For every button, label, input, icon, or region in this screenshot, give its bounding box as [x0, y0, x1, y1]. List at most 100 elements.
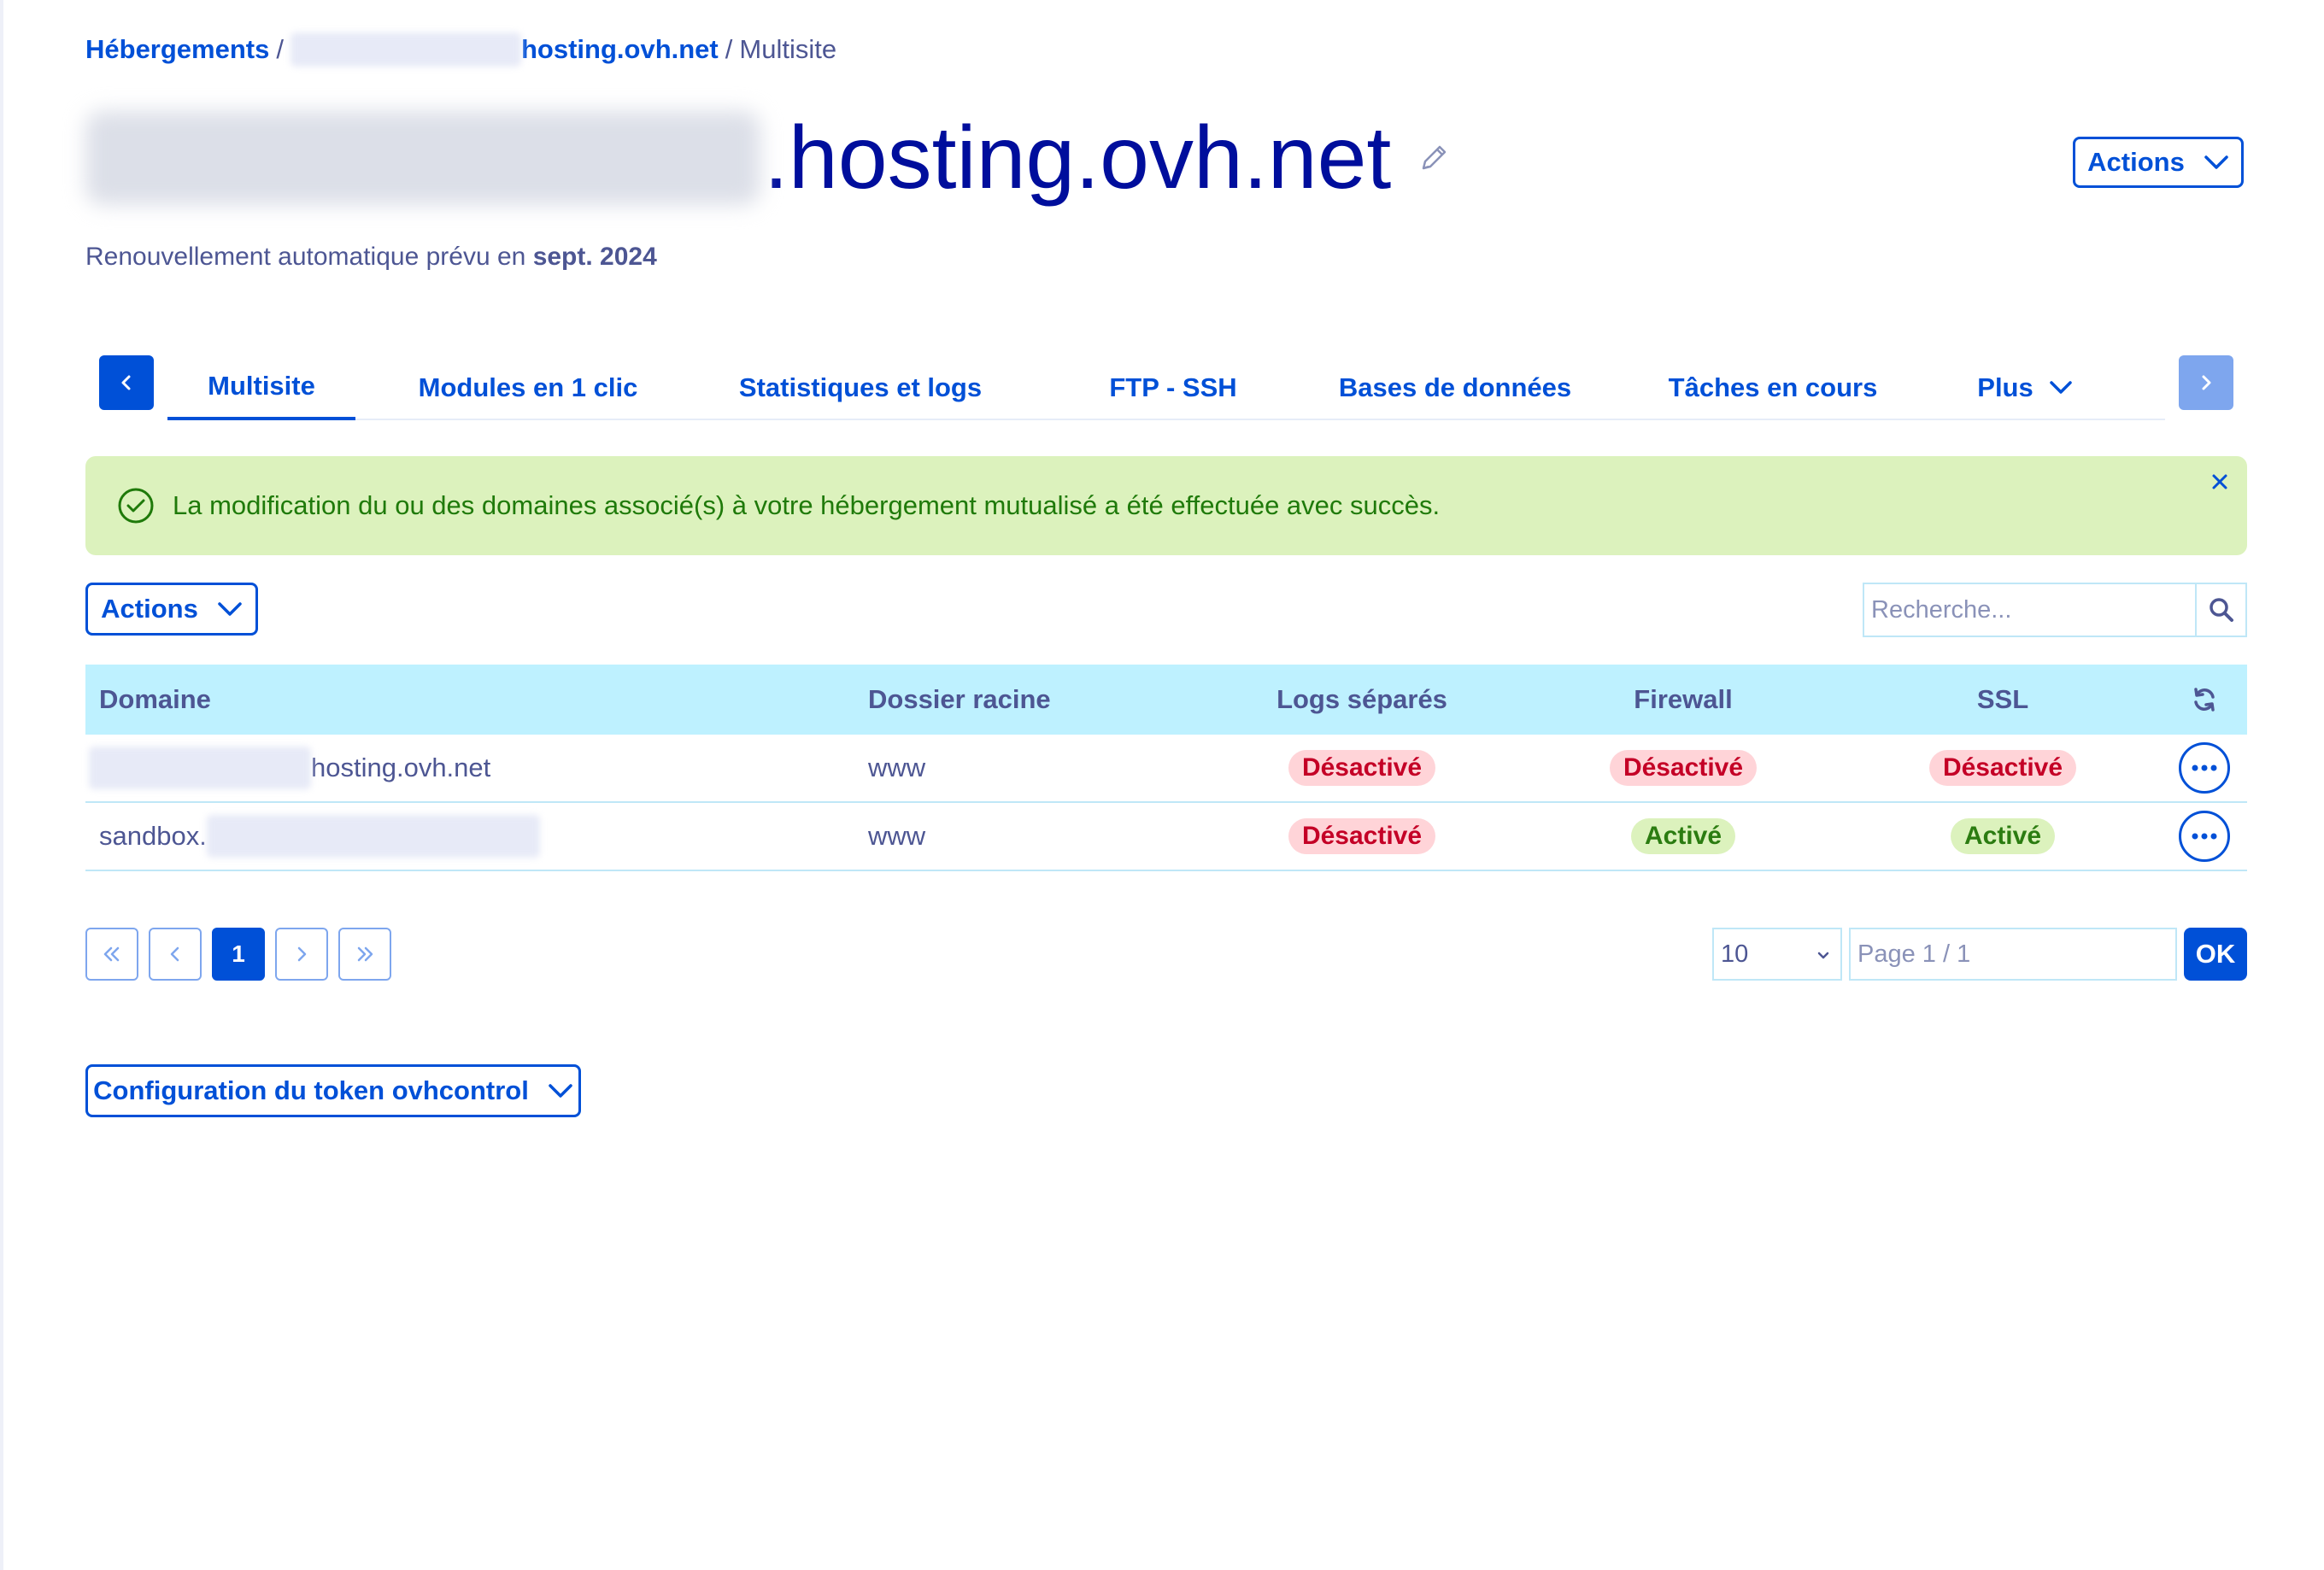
column-domaine[interactable]: Domaine [99, 665, 211, 735]
status-badge: Activé [1950, 818, 2056, 854]
token-config-label: Configuration du token ovhcontrol [93, 1075, 529, 1105]
header-actions-label: Actions [2087, 147, 2185, 177]
refresh-icon [2194, 688, 2215, 712]
breadcrumb-separator: / [725, 34, 733, 64]
tab-bases-de-donnees[interactable]: Bases de données [1338, 355, 1572, 420]
search-input[interactable] [1864, 584, 2195, 636]
table-actions-button[interactable]: Actions [85, 583, 258, 636]
ellipsis-icon [2192, 833, 2217, 840]
chevron-left-icon [121, 375, 131, 390]
firewall-cell: Activé [1555, 803, 1811, 870]
page-title-wrap: .hosting.ovh.net [85, 103, 1451, 214]
alert-message: La modification du ou des domaines assoc… [173, 490, 1441, 520]
page-size-select[interactable]: 10 [1712, 928, 1842, 981]
domain-name: hosting.ovh.net [311, 753, 491, 782]
chevron-down-icon [549, 1084, 572, 1098]
tab-label: Modules en 1 clic [418, 372, 638, 402]
tab-label: Multisite [208, 371, 315, 401]
status-badge: Activé [1630, 818, 1736, 854]
column-logs-separes[interactable]: Logs séparés [1234, 665, 1490, 735]
pencil-icon[interactable] [1417, 141, 1451, 175]
next-page-button[interactable] [275, 928, 328, 981]
row-more-button[interactable] [2179, 742, 2230, 794]
domain-cell: hosting.ovh.net [89, 735, 490, 801]
domain-name: sandbox. [99, 821, 207, 851]
chevron-down-icon [2049, 381, 2072, 394]
redacted-service-prefix [290, 32, 521, 67]
chevron-down-icon [218, 602, 242, 616]
column-dossier-racine[interactable]: Dossier racine [868, 665, 1051, 735]
refresh-button[interactable] [2179, 665, 2230, 735]
tab-plus[interactable]: Plus [1965, 355, 2085, 420]
ssl-cell: Activé [1875, 803, 2131, 870]
chevron-right-icon [2202, 375, 2211, 390]
row-menu-cell [2179, 735, 2230, 801]
chevron-down-icon [1817, 952, 1829, 959]
tabs-bar: Multisite Modules en 1 clic Statistiques… [99, 355, 2233, 420]
page-jump-input[interactable]: Page 1 / 1 [1849, 928, 2177, 981]
first-page-button[interactable] [85, 928, 138, 981]
chevron-right-icon [297, 946, 307, 962]
tab-taches-en-cours[interactable]: Tâches en cours [1666, 355, 1880, 420]
table-row: sandbox. www Désactivé Activé Activé [85, 803, 2247, 871]
root-folder-cell: www [868, 753, 926, 782]
ssl-cell: Désactivé [1875, 735, 2131, 801]
redacted-domain-suffix [206, 815, 540, 858]
renewal-date: sept. 2024 [532, 243, 657, 271]
header-actions-button[interactable]: Actions [2073, 137, 2244, 188]
double-chevron-right-icon [357, 946, 373, 962]
breadcrumb-hebergements[interactable]: Hébergements [85, 34, 269, 65]
status-badge: Désactivé [1928, 750, 2077, 786]
pagination: 1 [85, 928, 391, 981]
column-ssl[interactable]: SSL [1875, 665, 2131, 735]
breadcrumb-service[interactable]: hosting.ovh.net [521, 34, 719, 65]
multisite-table: Domaine Dossier racine Logs séparés Fire… [85, 665, 2247, 871]
status-badge: Désactivé [1609, 750, 1758, 786]
tabs-scroll-right-button[interactable] [2179, 355, 2233, 410]
tab-label: FTP - SSH [1109, 372, 1237, 402]
token-config-button[interactable]: Configuration du token ovhcontrol [85, 1064, 581, 1117]
ellipsis-icon [2192, 764, 2217, 771]
tabs-scroll-left-button[interactable] [99, 355, 154, 410]
tab-label: Plus [1977, 372, 2034, 402]
logs-cell: Désactivé [1234, 735, 1490, 801]
double-chevron-left-icon [103, 946, 120, 962]
page: Hébergements / hosting.ovh.net / Multisi… [0, 0, 2324, 1570]
domain-cell: sandbox. [99, 803, 540, 870]
renewal-info: Renouvellement automatique prévu en sept… [85, 243, 657, 272]
tab-multisite[interactable]: Multisite [167, 355, 355, 420]
breadcrumb: Hébergements / hosting.ovh.net / Multisi… [85, 31, 836, 68]
firewall-cell: Désactivé [1555, 735, 1811, 801]
search-button[interactable] [2195, 584, 2245, 636]
renewal-prefix: Renouvellement automatique prévu en [85, 243, 526, 271]
page-info: Page 1 / 1 [1857, 940, 1971, 968]
tab-statistiques[interactable]: Statistiques et logs [739, 355, 982, 420]
tab-label: Tâches en cours [1668, 372, 1878, 402]
page-jump-ok-button[interactable]: OK [2184, 928, 2247, 981]
check-circle-icon [118, 488, 154, 524]
redacted-domain-prefix [89, 747, 311, 789]
page-size-value: 10 [1721, 940, 1749, 968]
breadcrumb-separator: / [276, 34, 284, 64]
column-firewall[interactable]: Firewall [1555, 665, 1811, 735]
tab-label: Statistiques et logs [738, 372, 983, 402]
search-icon [2209, 598, 2233, 622]
close-icon[interactable] [2204, 466, 2235, 497]
status-badge: Désactivé [1288, 818, 1436, 854]
tab-label: Bases de données [1338, 372, 1572, 402]
page-1-button[interactable]: 1 [212, 928, 265, 981]
redacted-title-prefix [85, 111, 760, 205]
tab-ftp-ssh[interactable]: FTP - SSH [1100, 355, 1246, 420]
table-actions-label: Actions [101, 594, 198, 624]
previous-page-button[interactable] [149, 928, 202, 981]
last-page-button[interactable] [338, 928, 391, 981]
breadcrumb-current: Multisite [739, 34, 837, 64]
success-alert: La modification du ou des domaines assoc… [85, 456, 2247, 555]
row-menu-cell [2179, 803, 2230, 870]
row-more-button[interactable] [2179, 811, 2230, 862]
status-badge: Désactivé [1288, 750, 1436, 786]
tab-modules[interactable]: Modules en 1 clic [419, 355, 638, 420]
table-header: Domaine Dossier racine Logs séparés Fire… [85, 665, 2247, 735]
chevron-down-icon [2204, 155, 2228, 169]
page-title: .hosting.ovh.net [764, 108, 1392, 208]
